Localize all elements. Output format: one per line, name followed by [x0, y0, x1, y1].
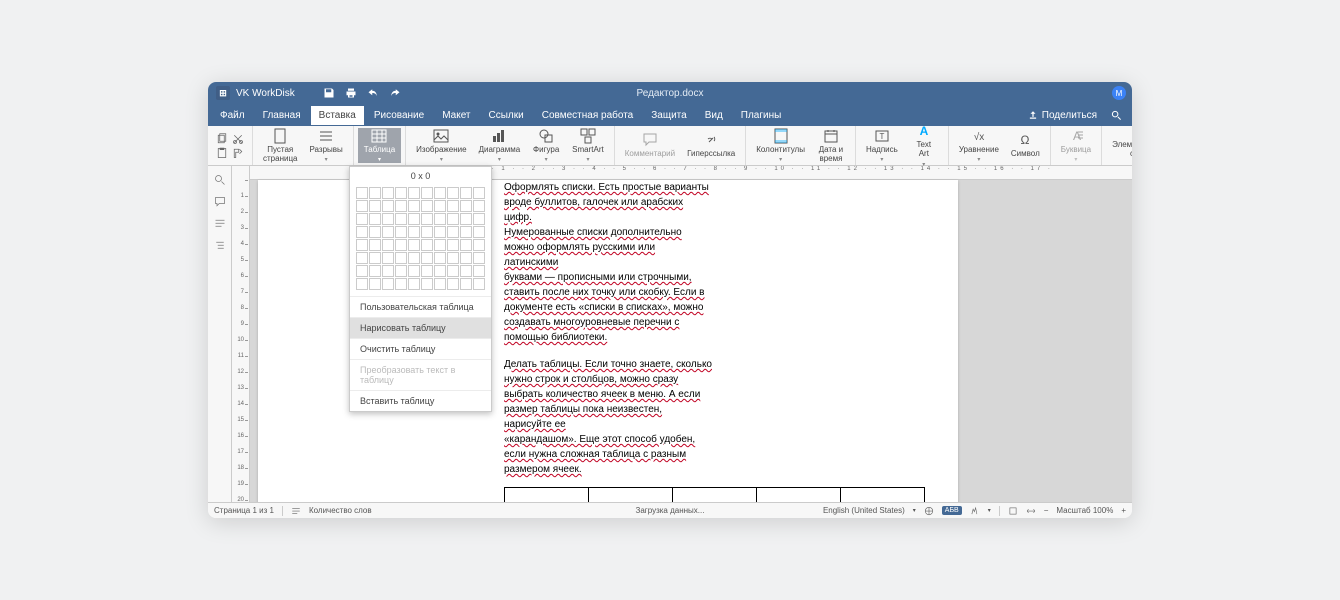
table-size-grid[interactable]	[350, 185, 491, 296]
headerfooter-button[interactable]: Колонтитулы▾	[750, 128, 811, 164]
menu-bar: Файл Главная Вставка Рисование Макет Ссы…	[208, 104, 1132, 126]
controls-button[interactable]: Элементы управлениясодержимым▾	[1106, 123, 1132, 168]
text: «карандашом». Еще этот способ удобен, ес…	[504, 434, 695, 460]
share-button[interactable]: Поделиться	[1022, 106, 1103, 125]
custom-table-item[interactable]: Пользовательская таблица	[350, 296, 491, 317]
word-count[interactable]: Количество слов	[309, 506, 372, 515]
text: Оформлять списки. Есть простые варианты …	[504, 182, 709, 223]
redo-icon[interactable]	[389, 87, 401, 99]
blank-page-button[interactable]: Пустаястраница	[257, 128, 303, 164]
text: размером ячеек.	[504, 464, 582, 475]
text: буквами — прописными или строчными, став…	[504, 272, 705, 298]
user-avatar[interactable]: М	[1112, 86, 1126, 100]
draw-table-item[interactable]: Нарисовать таблицу	[350, 317, 491, 338]
shape-button[interactable]: Фигура▾	[526, 128, 566, 164]
brand-label: VK WorkDisk	[236, 88, 295, 99]
vertical-ruler: 123456789101112131415161718192021	[232, 166, 250, 502]
table-dropdown: 0 x 0 Пользовательская таблица Нарисоват…	[349, 166, 492, 412]
hyperlink-button[interactable]: Гиперссылка	[681, 132, 741, 159]
smartart-button[interactable]: SmartArt▾	[566, 128, 610, 164]
svg-text:A: A	[919, 124, 928, 138]
textbox-button[interactable]: TНадпись▾	[860, 128, 904, 164]
fit-width-icon[interactable]	[1026, 506, 1036, 516]
menu-protect[interactable]: Защита	[643, 106, 694, 125]
menu-draw[interactable]: Рисование	[366, 106, 432, 125]
titlebar-tools	[323, 87, 401, 99]
page-count[interactable]: Страница 1 из 1	[214, 506, 274, 515]
svg-text:A: A	[1073, 129, 1081, 143]
menu-links[interactable]: Ссылки	[481, 106, 532, 125]
spellcheck-badge[interactable]: АБВ	[942, 506, 962, 515]
wordcount-icon	[291, 506, 301, 516]
menu-view[interactable]: Вид	[697, 106, 731, 125]
trackchanges-icon[interactable]	[970, 506, 980, 516]
equation-button[interactable]: √xУравнение▾	[953, 128, 1005, 164]
symbol-button[interactable]: ΩСимвол	[1005, 132, 1046, 159]
simple-table[interactable]	[504, 487, 925, 502]
text: выбрать количество ячеек в меню. А если …	[504, 389, 700, 430]
brand: ⊞ VK WorkDisk	[208, 86, 295, 100]
breaks-button[interactable]: Разрывы▾	[303, 128, 348, 164]
menu-insert[interactable]: Вставка	[311, 106, 364, 125]
comments-panel-icon[interactable]	[214, 196, 226, 208]
document-title: Редактор.docx	[637, 88, 704, 99]
svg-text:Ω: Ω	[1021, 133, 1030, 147]
copy-icon[interactable]	[216, 133, 228, 145]
menu-file[interactable]: Файл	[212, 106, 253, 125]
ribbon: Пустаястраница Разрывы▾ Таблица▾ Изображ…	[208, 126, 1132, 166]
table-button[interactable]: Таблица▾	[358, 128, 401, 164]
convert-text-item: Преобразовать текст в таблицу	[350, 359, 491, 390]
menu-review[interactable]: Совместная работа	[534, 106, 642, 125]
paste-icon[interactable]	[216, 147, 228, 159]
share-label: Поделиться	[1042, 110, 1097, 121]
erase-table-item[interactable]: Очистить таблицу	[350, 338, 491, 359]
find-icon[interactable]	[214, 174, 226, 186]
svg-text:√x: √x	[974, 131, 985, 143]
datetime-button[interactable]: Дата ивремя	[811, 128, 851, 164]
menu-home[interactable]: Главная	[255, 106, 309, 125]
print-icon[interactable]	[345, 87, 357, 99]
menu-layout[interactable]: Макет	[434, 106, 478, 125]
fit-page-icon[interactable]	[1008, 506, 1018, 516]
globe-icon[interactable]	[924, 506, 934, 516]
dropcap-button[interactable]: AБуквица▾	[1055, 128, 1097, 164]
format-painter-icon[interactable]	[232, 147, 244, 159]
save-icon[interactable]	[323, 87, 335, 99]
left-sidebar	[208, 166, 232, 502]
search-icon[interactable]	[1111, 110, 1122, 121]
title-bar: ⊞ VK WorkDisk Редактор.docx М	[208, 82, 1132, 104]
undo-icon[interactable]	[367, 87, 379, 99]
text: документе есть «списки в списках», можно…	[504, 302, 703, 328]
svg-text:T: T	[879, 132, 884, 141]
status-bar: Страница 1 из 1 Количество слов Загрузка…	[208, 502, 1132, 518]
share-icon	[1028, 110, 1038, 120]
text: Нумерованные списки дополнительно можно …	[504, 227, 682, 268]
language-selector[interactable]: English (United States)	[823, 506, 905, 515]
textart-button[interactable]: ATextArt▾	[904, 123, 944, 168]
insert-table-item[interactable]: Вставить таблицу	[350, 390, 491, 411]
app-logo-icon: ⊞	[216, 86, 230, 100]
zoom-out[interactable]: −	[1044, 506, 1049, 515]
text: помощью библиотеки.	[504, 332, 607, 343]
grid-size-label: 0 x 0	[350, 167, 491, 185]
zoom-in[interactable]: +	[1121, 506, 1126, 515]
loading-status: Загрузка данных...	[636, 506, 705, 515]
chart-button[interactable]: Диаграмма▾	[473, 128, 527, 164]
menu-plugins[interactable]: Плагины	[733, 106, 790, 125]
image-button[interactable]: Изображение▾	[410, 128, 472, 164]
headings-icon[interactable]	[214, 218, 226, 230]
app-window: ⊞ VK WorkDisk Редактор.docx М Файл Главн…	[208, 82, 1132, 518]
outline-icon[interactable]	[214, 240, 226, 252]
zoom-level[interactable]: Масштаб 100%	[1056, 506, 1113, 515]
text: Делать таблицы. Если точно знаете, сколь…	[504, 359, 712, 385]
cut-icon[interactable]	[232, 133, 244, 145]
comment-button[interactable]: Комментарий	[619, 132, 681, 159]
